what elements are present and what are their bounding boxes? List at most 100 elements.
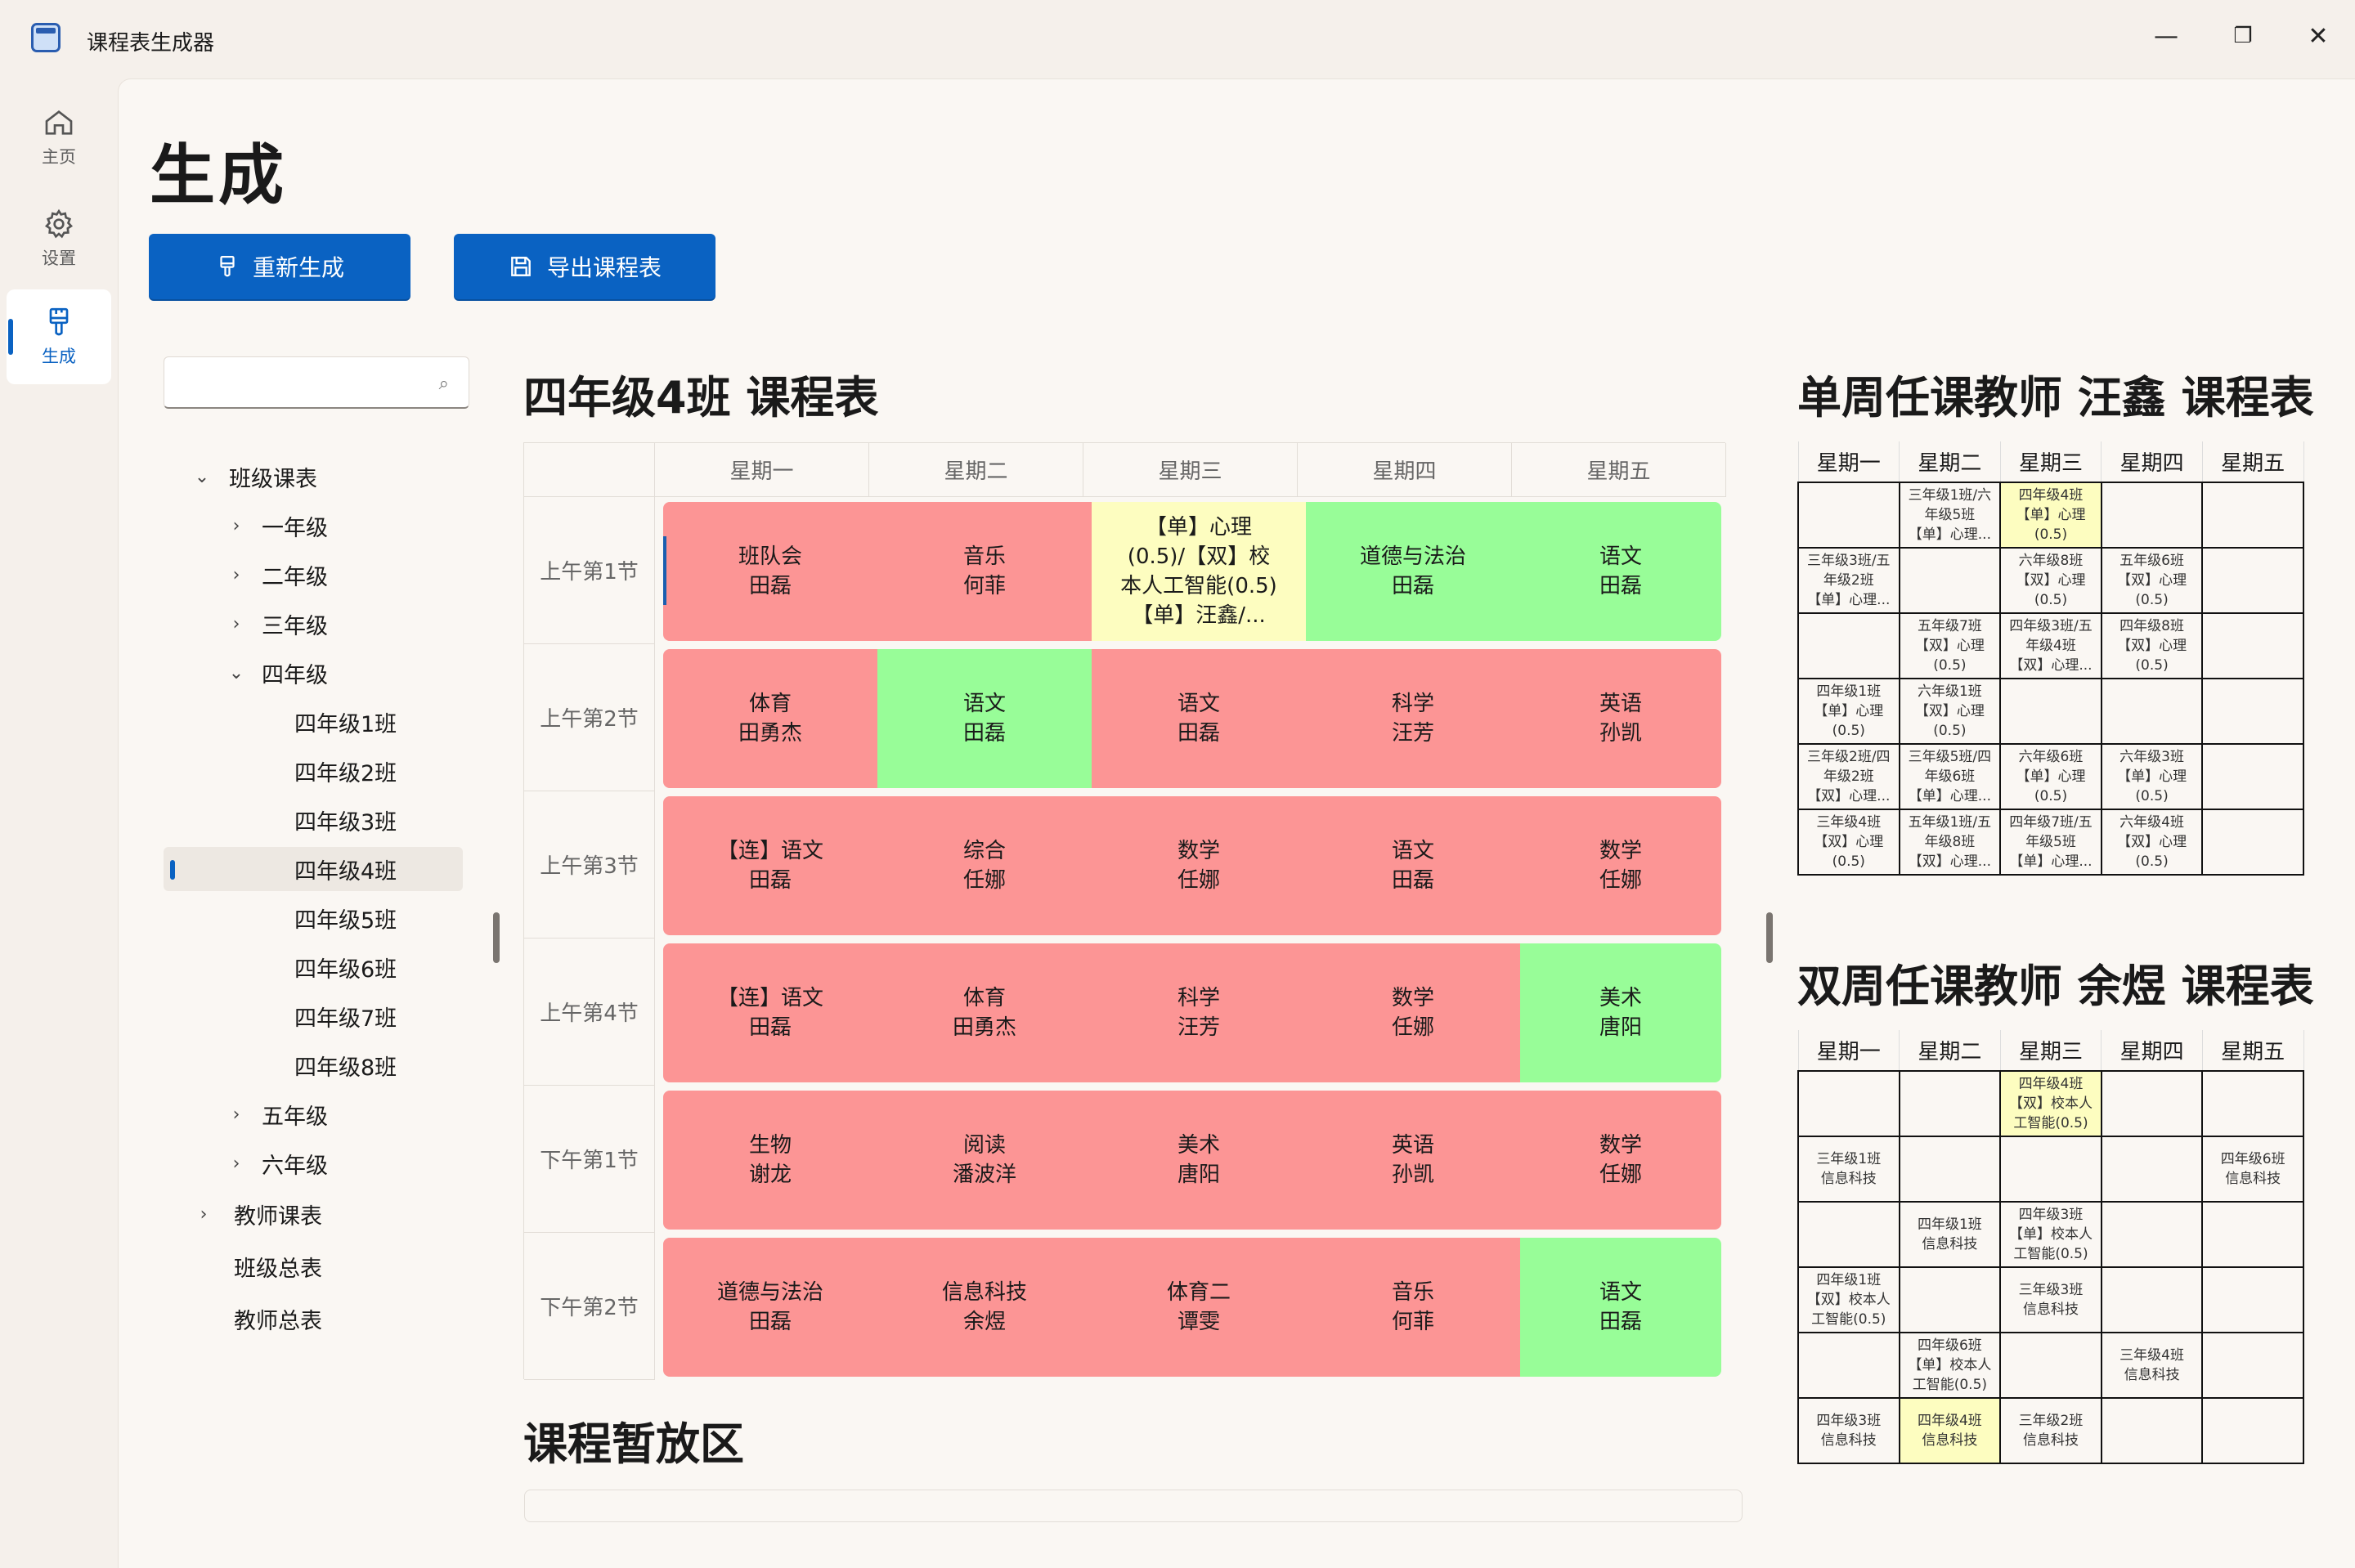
tree-node-class-selected[interactable]: 四年级4班: [164, 847, 463, 891]
teacher-cell[interactable]: 四年级6班 【单】校本人 工智能(0.5): [1898, 1332, 2002, 1399]
schedule-cell[interactable]: 美术 唐阳: [1520, 943, 1721, 1082]
teacher-cell[interactable]: 六年级8班 【双】心理 (0.5): [1999, 547, 2102, 614]
schedule-cell[interactable]: 生物 谢龙: [663, 1091, 877, 1230]
schedule-cell[interactable]: 综合 任娜: [877, 796, 1092, 935]
teacher-cell[interactable]: [2201, 547, 2304, 614]
tree-node-teacher-summary[interactable]: 教师总表: [164, 1297, 466, 1341]
schedule-cell[interactable]: 英语 孙凯: [1306, 1091, 1520, 1230]
schedule-cell[interactable]: 阅读 潘波洋: [877, 1091, 1092, 1230]
schedule-cell[interactable]: 音乐 何菲: [877, 502, 1092, 641]
teacher-cell[interactable]: [1797, 1332, 1900, 1399]
tree-node-grade1[interactable]: › 一年级: [164, 504, 466, 548]
schedule-cell[interactable]: 科学 汪芳: [1306, 649, 1520, 788]
schedule-cell[interactable]: 信息科技 余煜: [877, 1238, 1092, 1377]
teacher-cell[interactable]: [2100, 1397, 2204, 1464]
teacher-cell[interactable]: [1898, 1070, 2002, 1137]
teacher-cell[interactable]: [1999, 1332, 2102, 1399]
schedule-cell[interactable]: 美术 唐阳: [1092, 1091, 1306, 1230]
teacher-cell[interactable]: 五年级6班 【双】心理 (0.5): [2100, 547, 2204, 614]
teacher-cell[interactable]: [2201, 1332, 2304, 1399]
teacher-cell[interactable]: 三年级3班/五 年级2班 【单】心理...: [1797, 547, 1900, 614]
teacher-cell[interactable]: 四年级8班 【双】心理 (0.5): [2100, 612, 2204, 679]
teacher-cell[interactable]: 三年级2班 信息科技: [1999, 1397, 2102, 1464]
teacher-cell[interactable]: 五年级1班/五 年级8班 【双】心理...: [1898, 809, 2002, 876]
tree-node-class[interactable]: 四年级7班: [164, 994, 466, 1038]
tree-node-class[interactable]: 四年级8班: [164, 1043, 466, 1087]
tree-node-class[interactable]: 四年级5班: [164, 896, 466, 940]
teacher-cell[interactable]: 四年级4班 【双】校本人 工智能(0.5): [1999, 1070, 2102, 1137]
schedule-cell[interactable]: 英语 孙凯: [1520, 649, 1721, 788]
teacher-cell[interactable]: 三年级1班 信息科技: [1797, 1136, 1900, 1203]
teacher-cell[interactable]: 六年级3班 【单】心理 (0.5): [2100, 743, 2204, 810]
schedule-cell[interactable]: 数学 任娜: [1092, 796, 1306, 935]
teacher-cell[interactable]: [1797, 1070, 1900, 1137]
schedule-cell[interactable]: 体育 田勇杰: [663, 649, 877, 788]
teacher-cell[interactable]: [2201, 1266, 2304, 1333]
holding-area[interactable]: [524, 1490, 1743, 1522]
tree-node-class[interactable]: 四年级6班: [164, 945, 466, 989]
teacher-cell[interactable]: [1797, 482, 1900, 549]
tree-node-grade2[interactable]: › 二年级: [164, 553, 466, 597]
tree-node-class[interactable]: 四年级2班: [164, 749, 466, 793]
teacher-cell[interactable]: 四年级3班 信息科技: [1797, 1397, 1900, 1464]
teacher-cell[interactable]: 三年级4班 【双】心理 (0.5): [1797, 809, 1900, 876]
teacher-cell[interactable]: 四年级7班/五 年级5班 【单】心理...: [1999, 809, 2102, 876]
teacher-cell[interactable]: [2201, 743, 2304, 810]
teacher-cell[interactable]: 三年级1班/六 年级5班 【单】心理...: [1898, 482, 2002, 549]
schedule-cell[interactable]: 语文 田磊: [1520, 502, 1721, 641]
teacher-cell[interactable]: 三年级2班/四 年级2班 【双】心理...: [1797, 743, 1900, 810]
teacher-cell[interactable]: [2201, 1201, 2304, 1268]
tree-node-grade6[interactable]: › 六年级: [164, 1141, 466, 1185]
teacher-cell[interactable]: 三年级4班 信息科技: [2100, 1332, 2204, 1399]
tree-node-class-schedules[interactable]: ⌄ 班级课表: [164, 455, 466, 499]
teacher-cell[interactable]: [1999, 1136, 2102, 1203]
tree-node-grade3[interactable]: › 三年级: [164, 602, 466, 646]
schedule-cell[interactable]: 道德与法治 田磊: [1306, 502, 1520, 641]
export-button[interactable]: 导出课程表: [454, 234, 715, 299]
teacher-cell[interactable]: [1898, 1136, 2002, 1203]
maximize-button[interactable]: ❐: [2214, 11, 2272, 60]
teacher-cell[interactable]: [2201, 1070, 2304, 1137]
schedule-cell[interactable]: 数学 任娜: [1306, 943, 1520, 1082]
schedule-cell[interactable]: 语文 田磊: [1520, 1238, 1721, 1377]
teacher-cell[interactable]: 四年级1班 【单】心理 (0.5): [1797, 678, 1900, 745]
teacher-cell[interactable]: 三年级5班/四 年级6班 【单】心理...: [1898, 743, 2002, 810]
schedule-cell[interactable]: 班队会 田磊: [663, 502, 877, 641]
teacher-cell[interactable]: [2100, 1136, 2204, 1203]
teacher-cell[interactable]: 六年级4班 【双】心理 (0.5): [2100, 809, 2204, 876]
schedule-cell[interactable]: 【连】语文 田磊: [663, 796, 877, 935]
teacher-cell[interactable]: [2100, 1070, 2204, 1137]
teacher-cell[interactable]: [2201, 482, 2304, 549]
tree-node-class[interactable]: 四年级3班: [164, 798, 466, 842]
schedule-cell[interactable]: 语文 田磊: [877, 649, 1092, 788]
schedule-cell[interactable]: 数学 任娜: [1520, 1091, 1721, 1230]
teacher-cell[interactable]: [2100, 678, 2204, 745]
close-button[interactable]: ✕: [2290, 11, 2347, 60]
tree-node-grade4[interactable]: ⌄ 四年级: [164, 651, 466, 695]
teacher-cell[interactable]: 四年级1班 【双】校本人 工智能(0.5): [1797, 1266, 1900, 1333]
teacher-cell[interactable]: [2100, 482, 2204, 549]
teacher-cell[interactable]: [2100, 1266, 2204, 1333]
schedule-cell[interactable]: 语文 田磊: [1306, 796, 1520, 935]
nav-item-generate[interactable]: 生成: [7, 289, 111, 384]
schedule-cell[interactable]: 语文 田磊: [1092, 649, 1306, 788]
teacher-cell[interactable]: 四年级4班 【单】心理 (0.5): [1999, 482, 2102, 549]
teacher-cell[interactable]: [1898, 547, 2002, 614]
teacher-cell[interactable]: [1797, 612, 1900, 679]
schedule-cell[interactable]: 道德与法治 田磊: [663, 1238, 877, 1377]
schedule-cell[interactable]: 科学 汪芳: [1092, 943, 1306, 1082]
tree-node-teacher-schedules[interactable]: › 教师课表: [164, 1192, 466, 1236]
schedule-cell[interactable]: 【连】语文 田磊: [663, 943, 877, 1082]
teacher-cell[interactable]: [2100, 1201, 2204, 1268]
schedule-cell[interactable]: 【单】心理 (0.5)/【双】校 本人工智能(0.5) 【单】汪鑫/...: [1092, 502, 1306, 641]
teacher-cell[interactable]: [1898, 1266, 2002, 1333]
teacher-cell[interactable]: [2201, 678, 2304, 745]
tree-scrollbar[interactable]: [493, 912, 500, 963]
tree-node-grade5[interactable]: › 五年级: [164, 1092, 466, 1136]
teacher-cell[interactable]: 六年级6班 【单】心理 (0.5): [1999, 743, 2102, 810]
teacher-cell[interactable]: [2201, 809, 2304, 876]
nav-item-settings[interactable]: 设置: [7, 191, 111, 286]
teacher-cell[interactable]: 四年级1班 信息科技: [1898, 1201, 2002, 1268]
schedule-cell[interactable]: 体育 田勇杰: [877, 943, 1092, 1082]
teacher-cell[interactable]: [2201, 612, 2304, 679]
